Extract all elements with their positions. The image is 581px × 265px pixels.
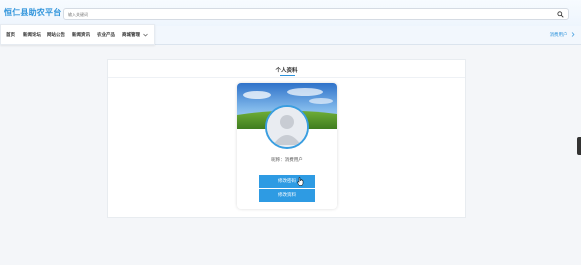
chevron-down-icon bbox=[142, 33, 148, 36]
nav-item-home[interactable]: 首页 bbox=[6, 32, 15, 38]
nav-item-shop-admin[interactable]: 商城管理 bbox=[122, 32, 148, 38]
nav-item-products[interactable]: 农业产品 bbox=[97, 32, 115, 38]
title-underline bbox=[280, 75, 295, 76]
nickname-label: 昵称： bbox=[271, 158, 285, 163]
panel-title: 个人资料 bbox=[275, 68, 298, 74]
change-password-button[interactable]: 修改密码 bbox=[259, 175, 315, 188]
profile-card: 昵称：消费用户 修改密码 修改资料 bbox=[237, 83, 337, 209]
user-avatar[interactable] bbox=[265, 105, 309, 149]
mouse-cursor-icon bbox=[297, 177, 304, 186]
nickname-value: 消费用户 bbox=[284, 158, 303, 163]
search-bar[interactable] bbox=[63, 8, 569, 20]
title-divider bbox=[108, 77, 465, 78]
side-scroll-tab[interactable] bbox=[577, 137, 581, 155]
search-input[interactable] bbox=[68, 10, 548, 19]
nav-item-shop-admin-label: 商城管理 bbox=[122, 33, 140, 38]
search-icon[interactable] bbox=[557, 11, 564, 18]
profile-panel: 个人资料 昵称：消费用户 修改密码 修改资料 bbox=[107, 59, 466, 218]
nickname-row: 昵称：消费用户 bbox=[237, 157, 337, 163]
edit-profile-button[interactable]: 修改资料 bbox=[259, 189, 315, 202]
nav-item-forum[interactable]: 新闻论坛 bbox=[23, 32, 41, 38]
nav-item-announcements[interactable]: 网站公告 bbox=[47, 32, 65, 38]
user-menu[interactable]: 消费用户 bbox=[550, 32, 575, 38]
nav-item-news[interactable]: 新闻资讯 bbox=[72, 32, 90, 38]
top-header: 恒仁县助农平台 bbox=[0, 0, 581, 26]
user-avatar-icon bbox=[267, 107, 307, 147]
user-menu-label: 消费用户 bbox=[549, 33, 568, 38]
chevron-right-icon bbox=[571, 32, 575, 37]
site-logo[interactable]: 恒仁县助农平台 bbox=[4, 7, 61, 18]
